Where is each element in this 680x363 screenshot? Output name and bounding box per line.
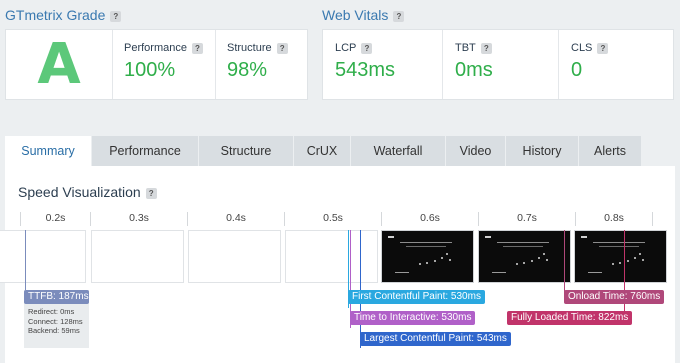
web-vitals-heading: Web Vitals?	[322, 7, 405, 23]
fully-loaded-badge: Fully Loaded Time: 822ms	[507, 311, 633, 325]
help-icon[interactable]: ?	[597, 42, 609, 54]
help-icon[interactable]: ?	[191, 42, 203, 54]
tick-label: 0.2s	[21, 212, 91, 226]
tab-video[interactable]: Video	[446, 136, 506, 166]
onload-badge: Onload Time: 760ms	[564, 290, 665, 304]
grade-letter: A	[37, 31, 81, 97]
lcp-badge: Largest Contentful Paint: 543ms	[360, 332, 511, 346]
tab-performance[interactable]: Performance	[92, 136, 199, 166]
speed-visualization-title: Speed Visualization?	[18, 184, 157, 200]
connect-time: Connect: 128ms	[28, 316, 83, 326]
help-icon[interactable]: ?	[110, 10, 122, 22]
tick-label: 0.8s	[576, 212, 653, 226]
tick-label: 0.6s	[382, 212, 479, 226]
gtmetrix-grade-heading: GTmetrix Grade?	[5, 7, 122, 23]
filmstrip-frame-screenshot[interactable]	[574, 230, 667, 283]
onload-marker-line	[564, 230, 565, 292]
filmstrip-frame-screenshot[interactable]	[478, 230, 571, 283]
structure-value: 98%	[227, 59, 268, 81]
cls-metric: CLS? 0	[558, 30, 673, 99]
performance-value: 100%	[124, 59, 176, 81]
tti-badge: Time to Interactive: 530ms	[350, 311, 476, 325]
tick-label: 0.7s	[479, 212, 576, 226]
cls-value: 0	[571, 59, 583, 81]
fcp-badge: First Contentful Paint: 530ms	[348, 290, 485, 304]
web-vitals-card: LCP? 543ms TBT? 0ms CLS? 0	[322, 29, 674, 100]
ttfb-marker-line	[25, 230, 26, 292]
tick-label: 0.4s	[188, 212, 285, 226]
tab-alerts[interactable]: Alerts	[579, 136, 641, 166]
lcp-value: 543ms	[335, 59, 396, 81]
tab-waterfall[interactable]: Waterfall	[351, 136, 446, 166]
tbt-value: 0ms	[455, 59, 493, 81]
report-tabs: Summary Performance Structure CrUX Water…	[5, 136, 641, 166]
help-icon[interactable]: ?	[393, 10, 405, 22]
lcp-metric: LCP? 543ms	[323, 30, 442, 99]
tab-summary[interactable]: Summary	[5, 136, 92, 166]
structure-metric: Structure? 98%	[215, 30, 307, 99]
tab-history[interactable]: History	[506, 136, 579, 166]
backend-time: Backend: 59ms	[28, 326, 80, 335]
redirect-time: Redirect: 0ms	[28, 307, 75, 316]
filmstrip-frame-blank[interactable]	[0, 230, 86, 283]
help-icon[interactable]: ?	[276, 42, 288, 54]
tab-structure[interactable]: Structure	[199, 136, 294, 166]
tab-crux[interactable]: CrUX	[294, 136, 351, 166]
gtmetrix-grade-card: A Performance? 100% Structure? 98%	[5, 29, 308, 100]
ttfb-badge: TTFB: 187ms	[24, 290, 89, 304]
help-icon[interactable]: ?	[361, 42, 373, 54]
performance-metric: Performance? 100%	[112, 30, 215, 99]
help-icon[interactable]: ?	[145, 187, 157, 199]
help-icon[interactable]: ?	[480, 42, 492, 54]
filmstrip-frame-blank[interactable]	[285, 230, 378, 283]
tbt-metric: TBT? 0ms	[442, 30, 558, 99]
filmstrip-frame-blank[interactable]	[91, 230, 184, 283]
tick-label: 0.5s	[285, 212, 382, 226]
filmstrip-frame-blank[interactable]	[188, 230, 281, 283]
tick-label: 0.3s	[91, 212, 188, 226]
speed-visualization: 0.2s 0.3s 0.4s 0.5s 0.6s 0.7s 0.8s TTFB:…	[0, 212, 667, 363]
filmstrip-frame-screenshot[interactable]	[381, 230, 474, 283]
lcp-marker-line	[360, 230, 361, 348]
ttfb-details: TTFB: 187ms Redirect: 0ms Connect: 128ms…	[24, 290, 89, 348]
time-axis: 0.2s 0.3s 0.4s 0.5s 0.6s 0.7s 0.8s	[20, 212, 653, 226]
